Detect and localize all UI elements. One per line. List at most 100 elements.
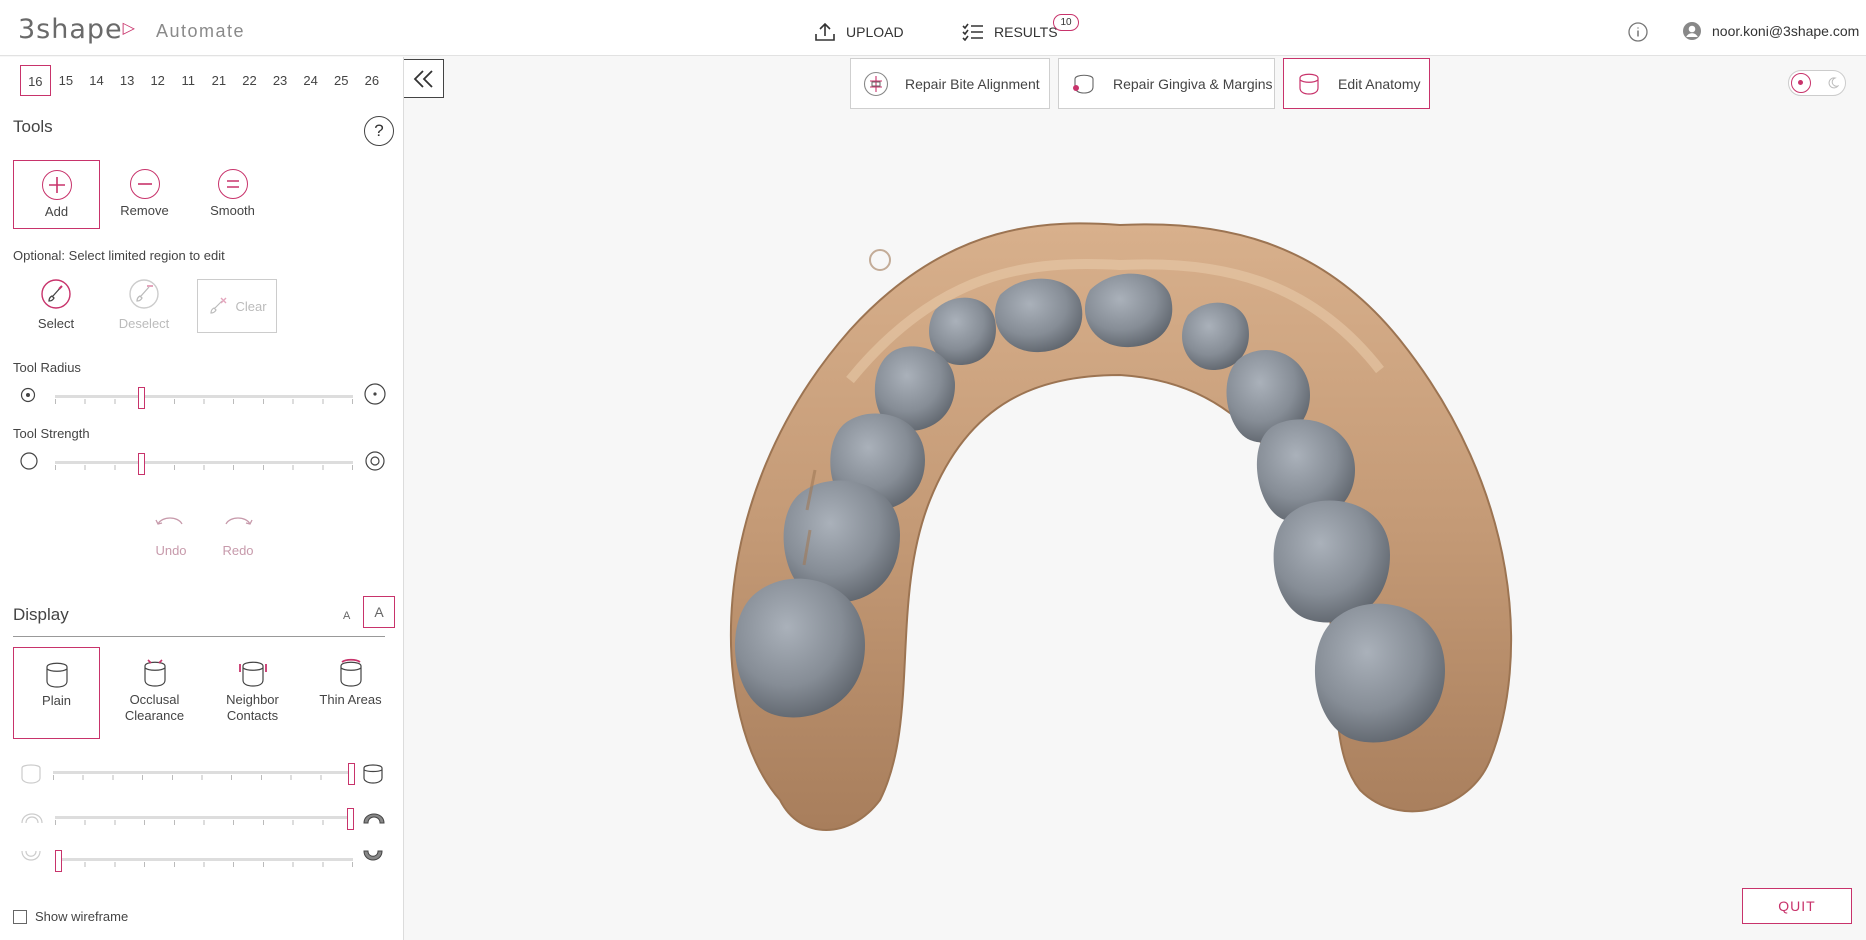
deselect-region-button[interactable]: Deselect xyxy=(104,279,184,333)
clear-brush-icon xyxy=(210,297,227,314)
gingiva-icon xyxy=(1073,74,1094,94)
tooth-transparency-thumb[interactable] xyxy=(348,763,355,785)
tooth-number-16[interactable]: 16 xyxy=(20,65,51,96)
clear-label: Clear xyxy=(235,298,267,314)
edit-anatomy-label: Edit Anatomy xyxy=(1338,75,1421,92)
repair-gingiva-margins-step[interactable]: Repair Gingiva & Margins xyxy=(1058,58,1275,109)
list-icon xyxy=(962,23,983,41)
arch-solid-icon xyxy=(363,813,385,824)
wireframe-checkbox[interactable] xyxy=(13,909,27,924)
large-radius-icon xyxy=(364,383,386,405)
tooth-transparency-slider[interactable] xyxy=(53,763,355,785)
weak-strength-icon xyxy=(20,452,38,470)
tooth-number-12[interactable]: 12 xyxy=(142,65,173,96)
font-size-large-button[interactable]: A xyxy=(363,596,395,628)
logo-triangle-icon: ▷ xyxy=(122,18,136,37)
results-label: RESULTS xyxy=(994,24,1058,40)
small-radius-icon xyxy=(20,387,36,403)
transparency-low-icon xyxy=(21,764,41,784)
tooth-number-selector: 16 15 14 13 12 11 21 22 23 24 25 26 xyxy=(20,65,387,96)
remove-tool-button[interactable]: Remove xyxy=(101,160,188,229)
display-mode-occlusal-clearance[interactable]: Occlusal Clearance xyxy=(111,647,198,739)
antagonist-transparency-slider[interactable] xyxy=(54,850,353,872)
upload-icon xyxy=(815,22,835,41)
add-tool-button[interactable]: Add xyxy=(13,160,100,229)
tooth-number-24[interactable]: 24 xyxy=(295,65,326,96)
occlusal-clearance-icon xyxy=(143,659,166,687)
redo-icon[interactable] xyxy=(222,513,254,527)
tooth-number-11[interactable]: 11 xyxy=(173,65,204,96)
collapse-panel-button[interactable] xyxy=(404,59,444,98)
show-wireframe-toggle[interactable]: Show wireframe xyxy=(13,909,128,924)
tool-strength-thumb[interactable] xyxy=(138,453,146,475)
smooth-tool-button[interactable]: Smooth xyxy=(189,160,276,229)
select-label: Select xyxy=(37,316,75,331)
double-chevron-left-icon xyxy=(413,69,433,88)
tooth-model xyxy=(994,278,1083,353)
quit-button[interactable]: QUIT xyxy=(1742,888,1852,924)
font-size-small-button[interactable]: A xyxy=(343,610,350,622)
strong-strength-icon xyxy=(365,451,385,471)
info-icon[interactable] xyxy=(1628,22,1648,42)
arch-transparency-slider[interactable] xyxy=(55,808,355,830)
toggle-knob xyxy=(1791,73,1811,93)
tooth-number-21[interactable]: 21 xyxy=(204,65,235,96)
bite-alignment-icon xyxy=(863,71,889,96)
neighbor-contacts-icon xyxy=(238,661,267,687)
repair-gingiva-margins-label: Repair Gingiva & Margins xyxy=(1113,75,1273,92)
smooth-tool-label: Smooth xyxy=(210,203,255,218)
thin-areas-label: Thin Areas xyxy=(319,692,382,707)
antagonist-transparency-thumb[interactable] xyxy=(54,850,62,872)
tooth-number-23[interactable]: 23 xyxy=(265,65,296,96)
minus-icon xyxy=(129,169,160,199)
moon-icon xyxy=(1828,77,1839,89)
redo-button[interactable]: Redo xyxy=(208,543,268,558)
antagonist-outline-icon xyxy=(21,850,41,861)
user-account[interactable]: noor.koni@3shape.com xyxy=(1682,21,1859,41)
plain-mode-label: Plain xyxy=(42,693,71,708)
upload-label: UPLOAD xyxy=(846,24,904,40)
display-mode-neighbor-contacts[interactable]: Neighbor Contacts xyxy=(209,647,296,739)
help-button[interactable]: ? xyxy=(364,116,394,146)
neighbor-contacts-label: Neighbor Contacts xyxy=(226,692,279,723)
display-title: Display xyxy=(13,605,69,624)
tool-radius-thumb[interactable] xyxy=(138,387,146,409)
tooth-number-14[interactable]: 14 xyxy=(81,65,112,96)
repair-bite-alignment-step[interactable]: Repair Bite Alignment xyxy=(850,58,1050,109)
anatomy-icon xyxy=(1299,73,1319,95)
results-button[interactable]: RESULTS xyxy=(962,20,1058,44)
tools-title: Tools xyxy=(13,117,53,136)
engraving-mark xyxy=(869,249,891,271)
tooth-number-26[interactable]: 26 xyxy=(357,65,388,96)
transparency-high-icon xyxy=(363,764,383,784)
select-region-button[interactable]: Select xyxy=(16,279,96,333)
plus-icon xyxy=(41,170,72,200)
tooth-number-22[interactable]: 22 xyxy=(234,65,265,96)
upload-button[interactable]: UPLOAD xyxy=(814,20,904,44)
add-tool-label: Add xyxy=(44,204,69,219)
display-mode-thin-areas[interactable]: Thin Areas xyxy=(307,647,394,739)
tool-radius-slider[interactable] xyxy=(55,387,353,409)
plain-tooth-icon xyxy=(45,662,68,688)
arch-outline-icon xyxy=(21,813,43,824)
app-name: Automate xyxy=(156,21,246,41)
tooth-number-13[interactable]: 13 xyxy=(112,65,143,96)
dental-arch-3d-view[interactable] xyxy=(700,200,1560,860)
tool-sidebar: 16 15 14 13 12 11 21 22 23 24 25 26 Tools ? Add Rem… xyxy=(0,57,404,940)
tooth-model xyxy=(1084,273,1173,348)
undo-icon[interactable] xyxy=(154,513,186,527)
display-mode-plain[interactable]: Plain xyxy=(13,647,100,739)
view-mode-toggle[interactable] xyxy=(1788,70,1846,96)
undo-button[interactable]: Undo xyxy=(141,543,201,558)
clear-region-button[interactable]: Clear xyxy=(197,279,277,333)
user-email: noor.koni@3shape.com xyxy=(1712,23,1860,39)
tooth-number-15[interactable]: 15 xyxy=(51,65,82,96)
antagonist-solid-icon xyxy=(363,850,383,861)
tool-strength-slider[interactable] xyxy=(55,453,353,475)
edit-anatomy-step[interactable]: Edit Anatomy xyxy=(1283,58,1430,109)
occlusal-clearance-label: Occlusal Clearance xyxy=(124,692,185,723)
tooth-number-25[interactable]: 25 xyxy=(326,65,357,96)
arch-transparency-thumb[interactable] xyxy=(347,808,355,830)
brand-logo: 3shape▷ xyxy=(18,14,136,45)
thin-areas-icon xyxy=(339,658,362,687)
